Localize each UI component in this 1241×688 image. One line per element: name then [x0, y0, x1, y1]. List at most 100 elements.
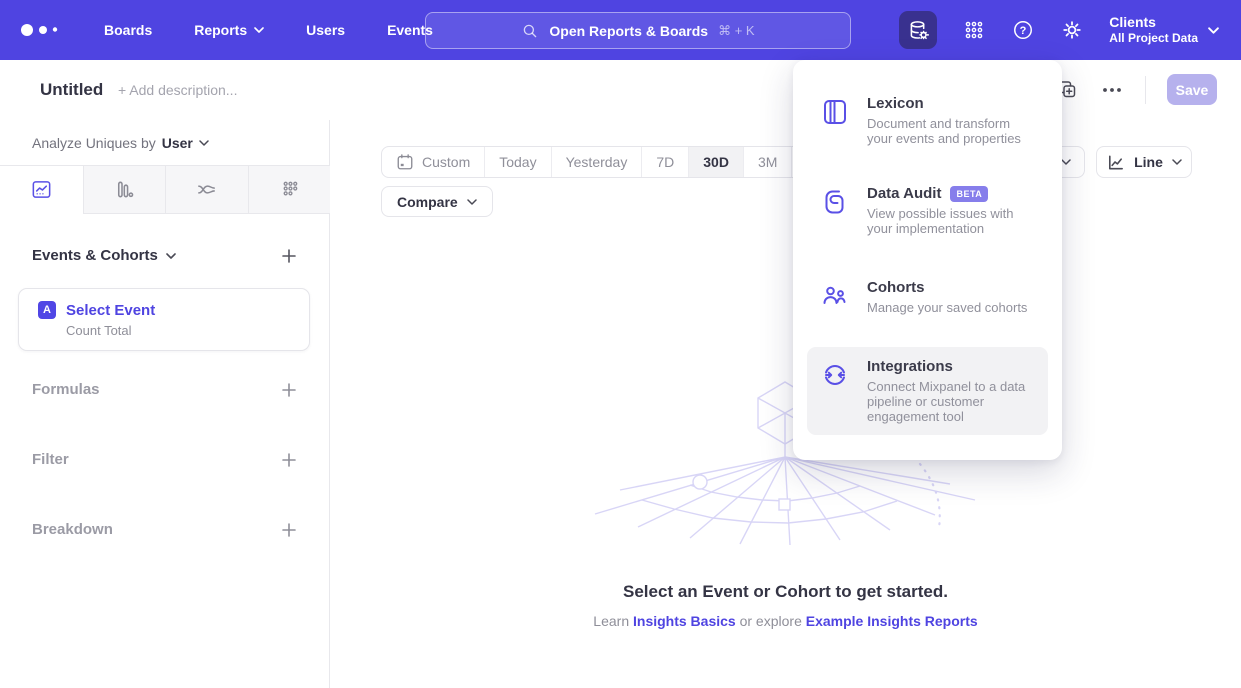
add-formula-button[interactable]	[281, 382, 297, 398]
tab-line-chart[interactable]	[0, 166, 83, 214]
top-navbar: Boards Reports Users Events Open Reports…	[0, 0, 1241, 60]
date-range-label: Yesterday	[566, 154, 628, 170]
empty-state-subtext: Learn Insights Basics or explore Example…	[330, 613, 1241, 629]
search-placeholder: Open Reports & Boards	[549, 23, 708, 39]
nav-item-label: Reports	[194, 22, 247, 38]
date-range-7d[interactable]: 7D	[641, 147, 688, 177]
menu-item-title: Cohorts	[867, 279, 925, 296]
tab-flow-chart[interactable]	[165, 166, 248, 214]
save-button[interactable]: Save	[1167, 74, 1217, 105]
menu-item-cohorts[interactable]: Cohorts Manage your saved cohorts	[807, 268, 1048, 326]
date-range-label: 7D	[656, 154, 674, 170]
chevron-down-icon	[1061, 159, 1071, 165]
learn-prefix: Learn	[593, 613, 629, 629]
metric-chart-tab-icon	[278, 178, 301, 201]
chart-type-dropdown[interactable]: Line	[1096, 146, 1192, 178]
menu-item-lexicon[interactable]: Lexicon Document and transform your even…	[807, 84, 1048, 157]
tab-bar-chart[interactable]	[83, 166, 166, 214]
menu-item-data-audit[interactable]: Data Audit BETA View possible issues wit…	[807, 174, 1048, 247]
analyze-label: Analyze Uniques by	[32, 135, 156, 151]
date-range-custom[interactable]: Custom	[382, 147, 484, 177]
events-cohorts-label: Events & Cohorts	[32, 247, 158, 264]
add-filter-button[interactable]	[281, 452, 297, 468]
compare-dropdown[interactable]: Compare	[381, 186, 493, 217]
report-title[interactable]: Untitled	[40, 80, 103, 100]
project-selector[interactable]: Clients All Project Data	[1109, 14, 1219, 46]
event-series-badge: A	[38, 301, 56, 319]
menu-item-title: Lexicon	[867, 95, 924, 112]
add-breakdown-button[interactable]	[281, 522, 297, 538]
compare-label: Compare	[397, 194, 458, 210]
date-range-yesterday[interactable]: Yesterday	[551, 147, 642, 177]
date-range-label: Today	[499, 154, 536, 170]
project-name: Clients	[1109, 14, 1198, 31]
nav-item-reports[interactable]: Reports	[194, 22, 264, 38]
add-description-field[interactable]: + Add description...	[118, 82, 237, 98]
flow-chart-tab-icon	[195, 178, 218, 201]
example-reports-link[interactable]: Example Insights Reports	[806, 613, 978, 629]
chart-type-tabs	[0, 165, 330, 213]
date-range-today[interactable]: Today	[484, 147, 550, 177]
search-icon	[521, 22, 539, 40]
filter-label: Filter	[32, 451, 69, 468]
menu-item-description: View possible issues with your implement…	[867, 206, 1038, 236]
menu-item-title: Integrations	[867, 358, 953, 375]
chevron-down-icon	[254, 27, 264, 33]
data-management-menu: Lexicon Document and transform your even…	[793, 60, 1062, 460]
line-chart-icon	[1106, 153, 1125, 172]
menu-item-description: Connect Mixpanel to a data pipeline or c…	[867, 379, 1038, 424]
cohorts-people-icon	[820, 281, 850, 311]
query-sidebar: Analyze Uniques by User	[0, 120, 330, 688]
events-cohorts-header[interactable]: Events & Cohorts	[32, 247, 176, 264]
nav-item-label: Boards	[104, 22, 152, 38]
chevron-down-icon	[166, 253, 176, 259]
menu-item-integrations[interactable]: Integrations Connect Mixpanel to a data …	[807, 347, 1048, 435]
calendar-icon	[396, 153, 414, 171]
breakdown-label: Breakdown	[32, 521, 113, 538]
line-chart-tab-icon	[30, 178, 53, 201]
menu-item-description: Manage your saved cohorts	[867, 300, 1027, 315]
more-options-icon[interactable]	[1100, 78, 1124, 102]
formulas-label: Formulas	[32, 381, 100, 398]
explore-text: or explore	[740, 613, 802, 629]
chevron-down-icon	[199, 140, 209, 146]
date-range-label: 3M	[758, 154, 777, 170]
help-icon[interactable]: ?	[1011, 18, 1035, 42]
event-aggregation[interactable]: Count Total	[66, 323, 309, 338]
analyze-value: User	[162, 135, 193, 151]
menu-item-title: Data Audit	[867, 185, 941, 202]
chevron-down-icon	[1208, 27, 1219, 34]
tab-metric-chart[interactable]	[248, 166, 331, 214]
search-shortcut: ⌘ + K	[718, 23, 755, 39]
bar-chart-tab-icon	[113, 178, 136, 201]
apps-grid-icon[interactable]	[962, 18, 986, 42]
navbar-right-cluster: ? Clients All Project Data	[899, 0, 1241, 60]
date-range-3m[interactable]: 3M	[743, 147, 791, 177]
date-range-control: Custom Today Yesterday 7D 30D 3M 6M	[381, 146, 841, 178]
select-event-button[interactable]: Select Event	[66, 302, 155, 319]
settings-gear-icon[interactable]	[1060, 18, 1084, 42]
empty-state-heading: Select an Event or Cohort to get started…	[330, 582, 1241, 602]
global-search-input[interactable]: Open Reports & Boards ⌘ + K	[425, 12, 851, 49]
menu-item-description: Document and transform your events and p…	[867, 116, 1038, 146]
add-event-button[interactable]	[281, 248, 297, 264]
nav-links: Boards Reports Users Events	[104, 22, 433, 38]
nav-item-boards[interactable]: Boards	[104, 22, 152, 38]
analyze-by-dropdown[interactable]: User	[162, 135, 209, 151]
date-range-label: Custom	[422, 154, 470, 170]
project-scope: All Project Data	[1109, 31, 1198, 46]
mixpanel-logo-icon[interactable]	[20, 20, 66, 40]
header-divider	[1145, 76, 1146, 104]
event-card[interactable]: A Select Event Count Total	[18, 288, 310, 351]
insights-basics-link[interactable]: Insights Basics	[633, 613, 736, 629]
lexicon-book-icon	[820, 97, 850, 127]
chevron-down-icon	[1172, 159, 1182, 165]
beta-badge: BETA	[950, 186, 988, 202]
integrations-sync-icon	[820, 360, 850, 390]
data-management-icon[interactable]	[899, 11, 937, 49]
svg-text:?: ?	[1020, 25, 1027, 37]
nav-item-users[interactable]: Users	[306, 22, 345, 38]
date-range-label: 30D	[703, 154, 729, 170]
date-range-30d-selected[interactable]: 30D	[688, 147, 743, 177]
data-audit-icon	[820, 187, 850, 217]
